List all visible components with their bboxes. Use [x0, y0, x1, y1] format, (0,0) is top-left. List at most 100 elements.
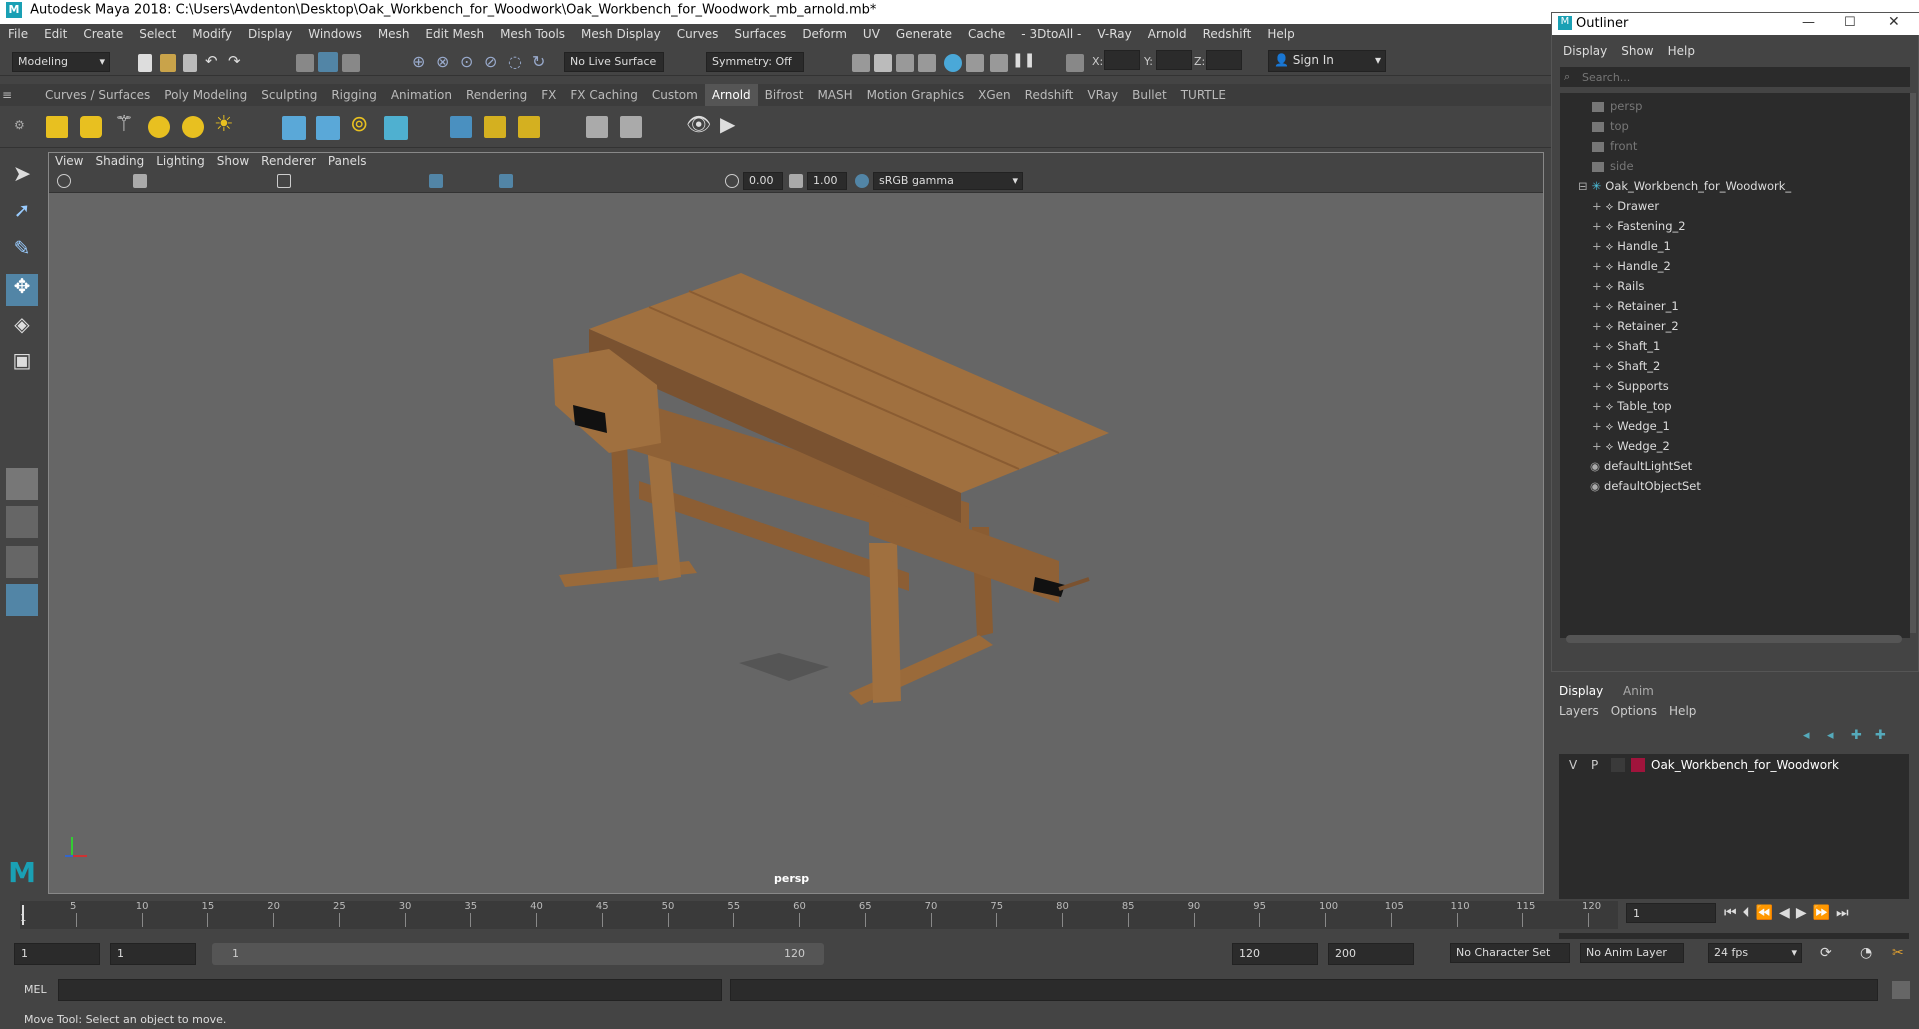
- outliner-item-handle-1[interactable]: + ⟡ Handle_1: [1592, 239, 1671, 259]
- outliner-item-persp[interactable]: persp: [1592, 99, 1642, 119]
- export-standin-icon[interactable]: [316, 116, 340, 140]
- y-field[interactable]: [1156, 50, 1192, 70]
- shelf-tab-bifrost[interactable]: Bifrost: [758, 84, 811, 106]
- expand-icon[interactable]: +: [1592, 399, 1602, 413]
- flush-cache-icon[interactable]: [620, 116, 642, 138]
- shelf-tab-xgen[interactable]: XGen: [971, 84, 1018, 106]
- select-tool-icon[interactable]: ➤: [6, 162, 38, 194]
- outliner-item-drawer[interactable]: + ⟡ Drawer: [1592, 199, 1659, 219]
- outliner-menu-show[interactable]: Show: [1614, 41, 1660, 61]
- four-pane-layout-icon[interactable]: [6, 506, 38, 538]
- snap-surface-icon[interactable]: ◌: [508, 52, 522, 71]
- menu-surfaces[interactable]: Surfaces: [726, 24, 794, 41]
- expand-icon[interactable]: +: [1592, 219, 1602, 233]
- menu-create[interactable]: Create: [75, 24, 131, 41]
- range-bar[interactable]: 1 120: [212, 943, 824, 965]
- layer-color-swatch[interactable]: [1631, 758, 1645, 772]
- license-icon[interactable]: [586, 116, 608, 138]
- menu-mesh[interactable]: Mesh: [370, 24, 418, 41]
- layer-row[interactable]: V P Oak_Workbench_for_Woodwork: [1559, 754, 1909, 778]
- expand-icon[interactable]: +: [1592, 259, 1602, 273]
- smooth-shade-icon[interactable]: [429, 174, 443, 188]
- curve-collector-icon[interactable]: ⊚: [350, 112, 368, 137]
- expand-icon[interactable]: +: [1592, 439, 1602, 453]
- expand-icon[interactable]: +: [1592, 299, 1602, 313]
- menu-display[interactable]: Display: [240, 24, 300, 41]
- outliner-item-retainer-2[interactable]: + ⟡ Retainer_2: [1592, 319, 1679, 339]
- shelf-tab-poly-modeling[interactable]: Poly Modeling: [157, 84, 254, 106]
- remove-tx-icon[interactable]: [518, 116, 540, 138]
- shelf-tab-rigging[interactable]: Rigging: [324, 84, 383, 106]
- lasso-tool-icon[interactable]: ➚: [6, 198, 38, 230]
- vp-menu-show[interactable]: Show: [211, 153, 255, 169]
- outliner-item-table-top[interactable]: + ⟡ Table_top: [1592, 399, 1672, 419]
- menu-redshift[interactable]: Redshift: [1195, 24, 1260, 41]
- physical-sky-icon[interactable]: [182, 116, 204, 138]
- render-view-eye-icon[interactable]: 👁: [686, 112, 711, 136]
- tab-display[interactable]: Display: [1559, 684, 1603, 698]
- layer-type-toggle[interactable]: [1611, 758, 1625, 772]
- preferences-icon[interactable]: ✂: [1892, 945, 1904, 961]
- area-light-icon[interactable]: [46, 116, 68, 138]
- outliner-layout-icon[interactable]: [6, 584, 38, 616]
- shelf-settings-icon[interactable]: ⚙: [14, 118, 25, 132]
- start-time-field[interactable]: 1: [14, 943, 100, 965]
- step-back-key-icon[interactable]: ⏪: [1756, 905, 1779, 921]
- outliner-menu-display[interactable]: Display: [1556, 41, 1614, 61]
- character-set-dropdown[interactable]: No Character Set: [1450, 943, 1570, 963]
- layer-menu-layers[interactable]: Layers: [1559, 704, 1599, 718]
- outliner-item-default-object-set[interactable]: ◉ defaultObjectSet: [1590, 479, 1701, 499]
- live-surface-field[interactable]: No Live Surface: [564, 52, 664, 72]
- snap-plane-icon[interactable]: ⊘: [484, 52, 497, 71]
- render-settings-icon[interactable]: [918, 54, 936, 72]
- shelf-tab-custom[interactable]: Custom: [645, 84, 705, 106]
- shelf-tab-redshift[interactable]: Redshift: [1018, 84, 1081, 106]
- shelf-tab-fx-caching[interactable]: FX Caching: [563, 84, 644, 106]
- outliner-item-rails[interactable]: + ⟡ Rails: [1592, 279, 1644, 299]
- layer-playback-toggle[interactable]: P: [1591, 758, 1598, 772]
- shelf-tab-arnold[interactable]: Arnold: [704, 84, 758, 106]
- expand-icon[interactable]: +: [1592, 279, 1602, 293]
- expand-icon[interactable]: +: [1592, 379, 1602, 393]
- select-object-icon[interactable]: [318, 52, 338, 72]
- select-hierarchy-icon[interactable]: [296, 54, 314, 72]
- auto-key-icon[interactable]: ◔: [1860, 945, 1872, 961]
- grid-icon[interactable]: [277, 174, 291, 188]
- outliner-item-side[interactable]: side: [1592, 159, 1634, 179]
- playback-end-field[interactable]: 120: [1232, 943, 1318, 965]
- open-scene-icon[interactable]: [160, 54, 176, 72]
- current-frame-field[interactable]: 1: [1626, 903, 1716, 923]
- paint-select-tool-icon[interactable]: ✎: [6, 236, 38, 268]
- undo-icon[interactable]: ↶: [205, 52, 218, 70]
- tx-manager-icon[interactable]: [484, 116, 506, 138]
- pause-icon[interactable]: ❚❚: [1012, 52, 1035, 68]
- move-tool-icon[interactable]: ✥: [6, 274, 38, 306]
- colorspace-dropdown[interactable]: sRGB gamma ▾: [873, 172, 1023, 190]
- anim-layer-dropdown[interactable]: No Anim Layer: [1580, 943, 1684, 963]
- menu-edit[interactable]: Edit: [36, 24, 75, 41]
- hypershade-icon[interactable]: [944, 54, 962, 72]
- command-input[interactable]: [58, 979, 722, 1001]
- step-back-icon[interactable]: ⏴: [1743, 905, 1756, 921]
- outliner-horizontal-scrollbar[interactable]: [1566, 635, 1902, 643]
- outliner-item-shaft-1[interactable]: + ⟡ Shaft_1: [1592, 339, 1660, 359]
- vp-menu-panels[interactable]: Panels: [322, 153, 373, 169]
- camera-select-icon[interactable]: [57, 174, 71, 188]
- new-scene-icon[interactable]: [138, 54, 152, 72]
- skydome-light-icon[interactable]: [148, 116, 170, 138]
- arnold-render-icon[interactable]: [966, 54, 984, 72]
- menu-mesh-tools[interactable]: Mesh Tools: [492, 24, 573, 41]
- xray-icon[interactable]: [499, 174, 513, 188]
- gamma-icon[interactable]: [789, 174, 803, 188]
- render-view-icon[interactable]: [852, 54, 870, 72]
- menu-edit-mesh[interactable]: Edit Mesh: [417, 24, 492, 41]
- expand-icon[interactable]: +: [1592, 199, 1602, 213]
- vp-menu-lighting[interactable]: Lighting: [150, 153, 211, 169]
- expand-icon[interactable]: +: [1592, 239, 1602, 253]
- shelf-tab-bullet[interactable]: Bullet: [1125, 84, 1174, 106]
- vp-menu-shading[interactable]: Shading: [89, 153, 150, 169]
- tab-anim[interactable]: Anim: [1623, 684, 1654, 698]
- single-pane-layout-icon[interactable]: [6, 468, 38, 500]
- outliner-item-root[interactable]: ⊟ ✳ Oak_Workbench_for_Woodwork_: [1578, 179, 1791, 199]
- outliner-item-front[interactable]: front: [1592, 139, 1637, 159]
